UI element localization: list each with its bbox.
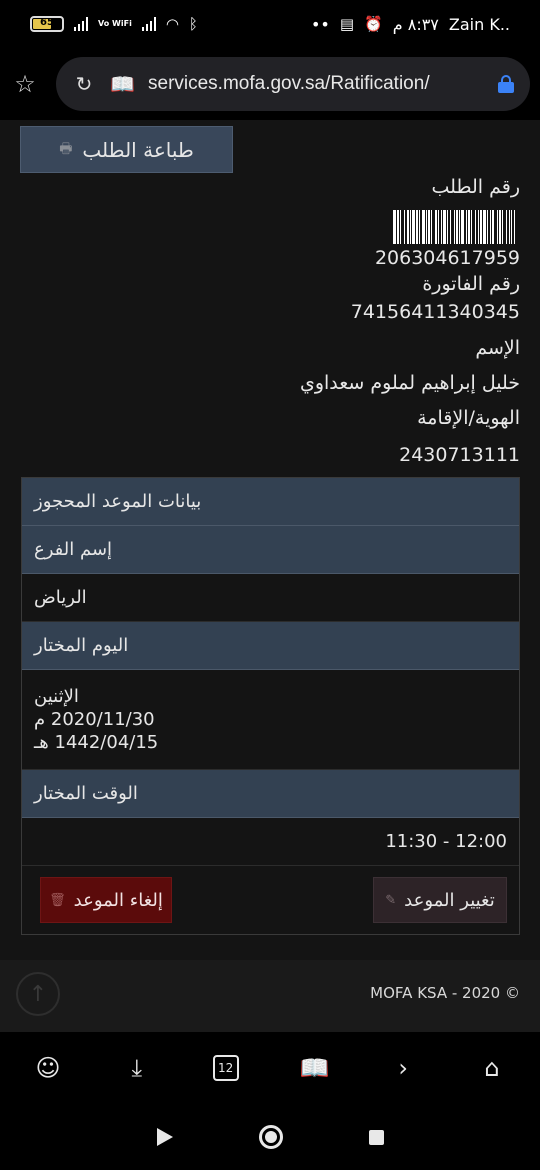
system-nav-bar <box>0 1104 540 1170</box>
reader-mode-icon[interactable]: 📖 <box>110 72 135 96</box>
url-field[interactable]: ↻ 📖 services.mofa.gov.sa/Ratification/ <box>56 57 530 111</box>
appointment-actions: إلغاء الموعد 🗑 تغيير الموعد ✎ <box>22 866 519 934</box>
time-range: 11:30 - 12:00 <box>385 831 507 852</box>
forward-icon[interactable]: › <box>383 1048 423 1088</box>
nav-home-icon[interactable] <box>258 1125 283 1149</box>
carrier-name: Zain K.. <box>448 14 510 34</box>
nav-recents-icon[interactable] <box>368 1129 384 1145</box>
branch-value: الرياض <box>22 574 519 622</box>
request-number: 206304617959 <box>374 247 520 269</box>
cancel-appointment-button[interactable]: إلغاء الموعد 🗑 <box>40 877 172 923</box>
time-value: 11:30 - 12:00 <box>22 818 519 866</box>
status-info-right: •• ▤ ⏰ ٨:٣٧ م Zain K.. <box>311 15 510 34</box>
profile-icon[interactable]: ☺ <box>28 1048 68 1088</box>
id-value: 2430713111 <box>399 444 520 466</box>
change-button-label: تغيير الموعد <box>404 889 495 911</box>
browser-toolbar: ☺ ⤓ 12 📖 › ⌂ <box>0 1032 540 1104</box>
day-name: الإثنين <box>34 686 79 707</box>
message-icon: ▤ <box>339 15 355 33</box>
tabs-count: 12 <box>212 1055 239 1081</box>
trash-icon: 🗑 <box>49 892 66 908</box>
signal-icon-2 <box>141 17 156 31</box>
page-footer: ↑ MOFA KSA - 2020 © <box>0 960 540 1032</box>
id-label: الهوية/الإقامة <box>417 407 520 429</box>
name-value: خليل إبراهيم لملوم سعداوي <box>299 372 520 394</box>
hijri-date: 1442/04/15 هـ <box>34 732 159 753</box>
invoice-number: 74156411340345 <box>350 301 520 323</box>
reload-icon[interactable]: ↻ <box>72 72 96 96</box>
vowifi-label: Vo WiFi <box>98 19 132 28</box>
bluetooth-icon: ᛒ <box>188 15 198 33</box>
appointment-title: بيانات الموعد المحجوز <box>22 478 519 526</box>
barcode-bar <box>515 210 518 244</box>
request-number-label: رقم الطلب <box>431 176 520 198</box>
print-button-label: طباعة الطلب <box>82 137 194 162</box>
arrow-up-icon: ↑ <box>28 981 48 1007</box>
day-value: الإثنين 2020/11/30 م 1442/04/15 هـ <box>22 670 519 770</box>
downloads-icon[interactable]: ⤓ <box>117 1048 157 1088</box>
cancel-button-label: إلغاء الموعد <box>73 889 163 911</box>
page-content: طباعة الطلب 🖶 رقم الطلب 206304617959 رقم… <box>0 120 540 1032</box>
day-label: اليوم المختار <box>22 622 519 670</box>
barcode-image <box>292 210 518 244</box>
battery-icon: 65 <box>30 16 64 32</box>
name-label: الإسم <box>475 337 520 359</box>
url-text[interactable]: services.mofa.gov.sa/Ratification/ <box>148 73 484 95</box>
alarm-icon: ⏰ <box>364 15 383 33</box>
status-icons-left: 65 Vo WiFi ◠ ᛒ <box>30 15 198 33</box>
tabs-button[interactable]: 12 <box>206 1048 246 1088</box>
signal-icon <box>74 17 88 31</box>
printer-icon: 🖶 <box>59 140 73 157</box>
branch-label: إسم الفرع <box>22 526 519 574</box>
status-bar: 65 Vo WiFi ◠ ᛒ •• ▤ ⏰ ٨:٣٧ م Zain K.. <box>0 0 540 48</box>
home-icon[interactable]: ⌂ <box>472 1048 512 1088</box>
battery-level: 65 <box>40 17 54 28</box>
print-request-button[interactable]: طباعة الطلب 🖶 <box>20 126 233 173</box>
change-appointment-button[interactable]: تغيير الموعد ✎ <box>373 877 507 923</box>
invoice-label: رقم الفاتورة <box>422 273 520 295</box>
lock-icon[interactable] <box>498 75 514 93</box>
clock: ٨:٣٧ م <box>392 14 439 34</box>
appointment-card: بيانات الموعد المحجوز إسم الفرع الرياض ا… <box>21 477 520 935</box>
bookmarks-icon[interactable]: 📖 <box>294 1048 334 1088</box>
scroll-to-top-button[interactable]: ↑ <box>16 972 60 1016</box>
copyright-text: MOFA KSA - 2020 © <box>370 984 520 1002</box>
bookmark-star-icon[interactable]: ☆ <box>10 69 40 99</box>
wifi-icon: ◠ <box>165 15 179 33</box>
edit-icon: ✎ <box>385 892 397 908</box>
nav-back-icon[interactable] <box>156 1128 173 1146</box>
gregorian-date: 2020/11/30 م <box>34 709 155 730</box>
time-label: الوقت المختار <box>22 770 519 818</box>
browser-address-bar: ☆ ↻ 📖 services.mofa.gov.sa/Ratification/ <box>0 48 540 120</box>
more-dots: •• <box>310 14 330 34</box>
